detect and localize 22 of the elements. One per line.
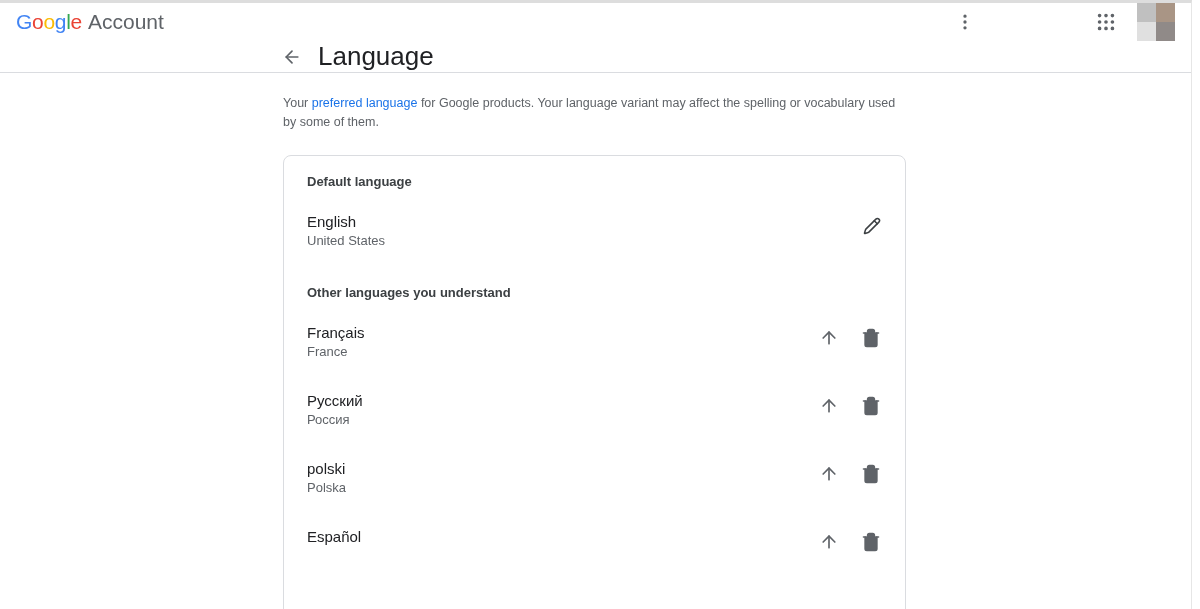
preferred-language-link[interactable]: preferred language: [311, 96, 418, 110]
language-name: Français: [307, 324, 366, 341]
delete-icon[interactable]: [861, 532, 881, 552]
delete-icon[interactable]: [861, 396, 881, 416]
page-title: Language: [318, 41, 434, 72]
language-region: Россия: [307, 412, 351, 427]
avatar-placeholder[interactable]: [1137, 3, 1175, 41]
language-region: United States: [307, 233, 387, 248]
language-region: Polska: [307, 480, 348, 495]
language-name: Español: [307, 528, 363, 545]
delete-icon[interactable]: [861, 328, 881, 348]
language-region: France: [307, 344, 349, 359]
edit-icon[interactable]: [863, 217, 881, 235]
section-heading: Default language: [307, 174, 413, 189]
language-name: Русский: [307, 392, 364, 409]
delete-icon[interactable]: [861, 464, 881, 484]
section-heading: Other languages you understand: [307, 285, 512, 300]
intro-text: Your preferred language for Google products. Your language variant may affect the spelling or vocabulary used by some of them.: [283, 95, 897, 131]
language-name: polski: [307, 460, 347, 477]
apps-grid-icon[interactable]: [1095, 11, 1117, 33]
google-account-logo[interactable]: Google Account: [16, 10, 164, 34]
language-name: English: [307, 213, 358, 230]
